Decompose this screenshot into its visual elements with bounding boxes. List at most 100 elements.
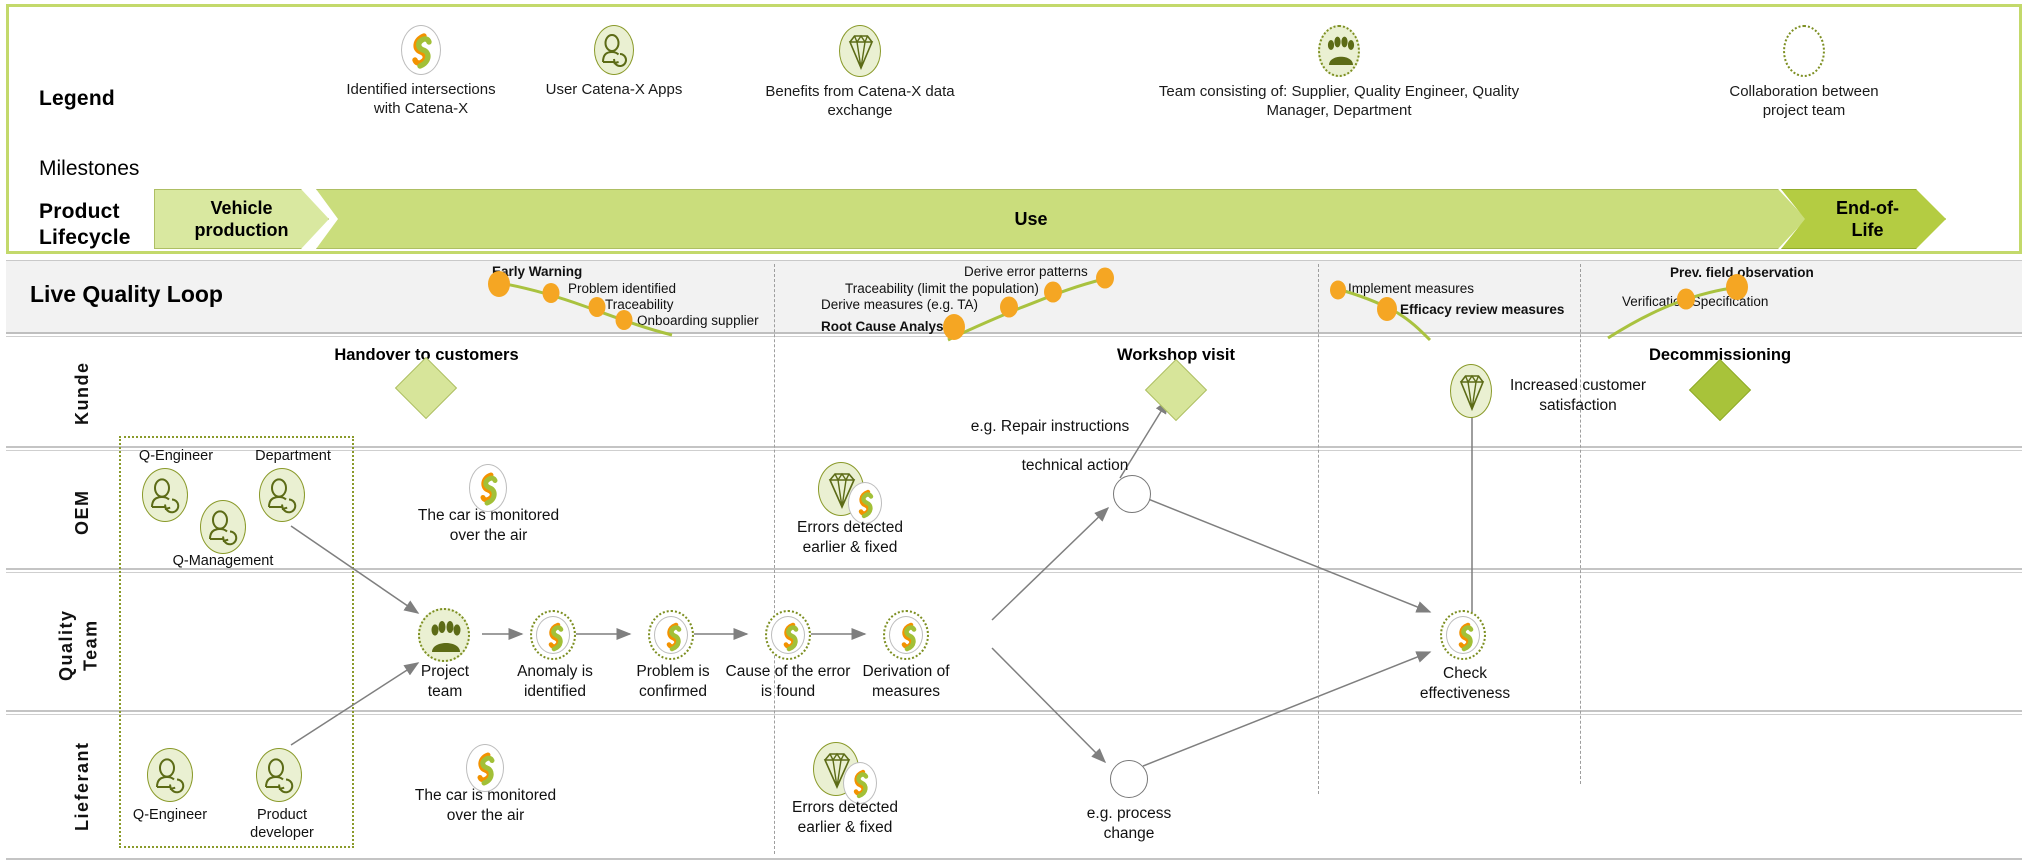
legend-caption-line1: Identified intersections: [346, 81, 496, 98]
legend-caption-line1: Benefits from Catena-X data: [765, 83, 955, 100]
lifecycle-phase-end-of-life[interactable]: End-of- Life: [1781, 189, 1946, 249]
node-increased-customer-satisfaction[interactable]: [1450, 364, 1492, 424]
caption-line1: Errors detected: [797, 519, 903, 536]
legend-item-caption: Team consisting of: Supplier, Quality En…: [1149, 82, 1529, 120]
user-apps-icon: [142, 468, 188, 522]
caption-line1: The car is monitored: [417, 507, 560, 524]
legend-caption-line1: Team consisting of: Supplier, Quality En…: [1158, 83, 1520, 100]
node-derivation-of-measures[interactable]: [883, 610, 929, 667]
node-q-engineer-lieferant[interactable]: [147, 748, 193, 808]
node-caption-anomaly-identified: Anomaly is identified: [505, 662, 605, 701]
legend-caption-line2: exchange: [827, 102, 893, 120]
node-caption-errors-detected-oem: Errors detected earlier & fixed: [785, 518, 915, 557]
loop-point-label: Traceability (limit the population): [845, 281, 1039, 296]
lifecycle-title-line2: Lifecycle: [39, 226, 131, 250]
diamond-benefit-icon: [745, 25, 975, 77]
caption-line2: effectiveness: [1419, 684, 1511, 702]
legend-item-user-apps: User Catena-X Apps: [514, 25, 714, 99]
node-cause-of-error-found[interactable]: [765, 610, 811, 667]
loop-point-label: Early Warning: [492, 264, 583, 279]
legend-caption-line2: with Catena-X: [373, 100, 469, 118]
caption-line1: Increased customer: [1509, 377, 1647, 394]
node-caption-cause-of-error-found: Cause of the error is found: [723, 662, 853, 701]
lifecycle-phase-use[interactable]: Use: [316, 189, 1806, 249]
node-caption-q-management: Q-Management: [172, 553, 274, 569]
node-caption-q-engineer-oem: Q-Engineer: [138, 448, 214, 464]
loop-point-label: Implement measures: [1348, 281, 1475, 296]
team-group-icon: [418, 608, 470, 662]
caption-line2: identified: [523, 682, 587, 700]
lane-label-line2: Team: [80, 619, 101, 671]
edge-label-repair-instructions: e.g. Repair instructions: [970, 418, 1130, 435]
lifecycle-phase-vehicle-production[interactable]: Vehicle production: [154, 189, 329, 249]
node-caption-derivation-of-measures: Derivation of measures: [846, 662, 966, 701]
node-caption-check-effectiveness: Check effectiveness: [1400, 664, 1530, 703]
caption-line2: over the air: [446, 806, 525, 824]
milestones-title: Milestones: [39, 157, 140, 180]
node-project-team[interactable]: [418, 608, 470, 669]
edge-label-process-change: e.g. process change: [1074, 804, 1184, 843]
user-apps-icon: [514, 25, 714, 75]
legend-caption-line2: Manager, Department: [1266, 102, 1412, 120]
catena-x-logo-icon: [530, 610, 576, 660]
user-apps-icon: [147, 748, 193, 802]
caption-line2: is found: [760, 682, 816, 700]
legend-item-caption: Benefits from Catena-X data exchange: [745, 82, 975, 120]
product-lifecycle-title: Product Lifecycle: [39, 199, 131, 252]
node-q-management-oem[interactable]: [200, 500, 246, 560]
phase-separator-2: [1318, 264, 1319, 794]
catena-x-logo-icon: [296, 25, 546, 75]
legend-item-identified-intersections: Identified intersections with Catena-X: [296, 25, 546, 118]
user-apps-icon: [259, 468, 305, 522]
legend-caption-line1: User Catena-X Apps: [545, 81, 683, 98]
lane-label-line1: Quality: [56, 609, 76, 681]
phase-label-line1: Use: [1014, 208, 1048, 229]
legend-item-caption: Collaboration between project team: [1689, 82, 1919, 120]
node-q-engineer-oem[interactable]: [142, 468, 188, 528]
caption-line1: Derivation of: [862, 663, 950, 680]
loop-point-label: Onboarding supplier: [637, 313, 759, 328]
phase-label-line1: End-of-: [1836, 197, 1899, 218]
node-check-effectiveness[interactable]: [1440, 610, 1486, 667]
node-caption-errors-detected-lieferant: Errors detected earlier & fixed: [780, 798, 910, 837]
user-apps-icon: [200, 500, 246, 554]
phase-label-line2: production: [194, 220, 289, 240]
legend-item-collaboration: Collaboration between project team: [1689, 25, 1919, 120]
loop-point-label: Efficacy review measures: [1400, 302, 1565, 317]
phase-label-line2: Life: [1851, 220, 1884, 240]
node-problem-confirmed[interactable]: [648, 610, 694, 667]
caption-line1: Problem is: [636, 663, 710, 680]
diamond-benefit-icon: [1450, 364, 1492, 418]
caption-line2: developer: [250, 825, 314, 842]
gateway-technical-action[interactable]: [1113, 475, 1151, 513]
phase-separator-1: [774, 264, 775, 854]
user-apps-icon: [256, 748, 302, 802]
lane-label-kunde: Kunde: [72, 361, 92, 425]
caption-line1: The car is monitored: [414, 787, 557, 804]
phase-separator-3: [1580, 264, 1581, 784]
legend-caption-line2: project team: [1762, 102, 1846, 120]
live-quality-loop-title: Live Quality Loop: [30, 281, 223, 307]
gateway-process-change[interactable]: [1110, 760, 1148, 798]
node-caption-problem-confirmed: Problem is confirmed: [623, 662, 723, 701]
legend-item-caption: User Catena-X Apps: [514, 80, 714, 99]
node-department-oem[interactable]: [259, 468, 305, 528]
caption-line1: Cause of the error: [725, 663, 851, 680]
edge-label-line2: change: [1103, 824, 1155, 842]
node-caption-q-engineer-lieferant: Q-Engineer: [132, 807, 208, 823]
node-caption-project-team: Project team: [405, 662, 485, 701]
node-caption: Increased customer satisfaction: [1498, 376, 1658, 415]
node-product-developer[interactable]: [256, 748, 302, 808]
loop-point-label: Prev. field observation: [1670, 265, 1814, 280]
caption-line1: Check: [1443, 665, 1487, 682]
caption-line2: satisfaction: [1539, 396, 1617, 414]
catena-x-logo-icon: [883, 610, 929, 660]
node-anomaly-identified[interactable]: [530, 610, 576, 667]
legend-item-team: Team consisting of: Supplier, Quality En…: [1149, 25, 1529, 120]
legend-item-benefits: Benefits from Catena-X data exchange: [745, 25, 975, 120]
loop-point-label: Derive measures (e.g. TA): [821, 297, 979, 312]
caption-line2: over the air: [449, 526, 528, 544]
loop-point-label: Problem identified: [568, 281, 677, 296]
caption-line1: Anomaly is: [517, 663, 593, 680]
catena-x-logo-icon: [466, 744, 504, 792]
